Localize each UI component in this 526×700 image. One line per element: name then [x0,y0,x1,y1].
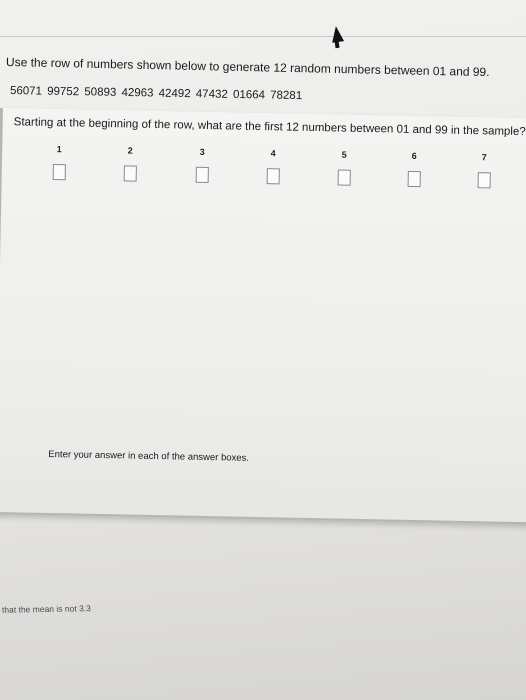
answer-box-5[interactable] [337,169,351,186]
answer-column-label: 7 [481,152,487,163]
answer-instruction-note: Enter your answer in each of the answer … [48,448,250,464]
answer-column-label: 3 [199,146,205,157]
screen: Use the row of numbers shown below to ge… [0,0,526,700]
answer-column-5: 5 [332,149,357,186]
background-partial-text: that the mean is not 3.3 [1,603,91,615]
answer-box-6[interactable] [407,170,421,188]
answer-column-label: 6 [411,150,417,162]
problem-instruction: Use the row of numbers shown below to ge… [5,55,490,80]
answer-box-4[interactable] [266,168,280,185]
homework-page: Use the row of numbers shown below to ge… [0,0,526,700]
answer-box-7[interactable] [477,172,491,189]
header-divider [0,36,526,37]
question-text: Starting at the beginning of the row, wh… [13,116,526,139]
answer-column-4: 4 [261,148,286,185]
answer-column-label: 4 [270,148,276,159]
answer-column-2: 2 [118,145,143,182]
question-panel: Starting at the beginning of the row, wh… [0,108,526,525]
answer-column-7: 7 [472,152,497,189]
answer-column-label: 2 [127,145,133,156]
answer-column-1: 1 [47,144,72,181]
random-number-row: 56071 99752 50893 42963 42492 47432 0166… [9,85,303,103]
answer-column-3: 3 [190,146,215,184]
answer-box-2[interactable] [123,165,137,182]
answer-column-6: 6 [402,150,427,188]
answer-column-label: 5 [341,149,347,160]
answer-column-label: 1 [56,144,62,155]
answer-box-1[interactable] [52,164,66,181]
answer-box-3[interactable] [195,166,209,184]
